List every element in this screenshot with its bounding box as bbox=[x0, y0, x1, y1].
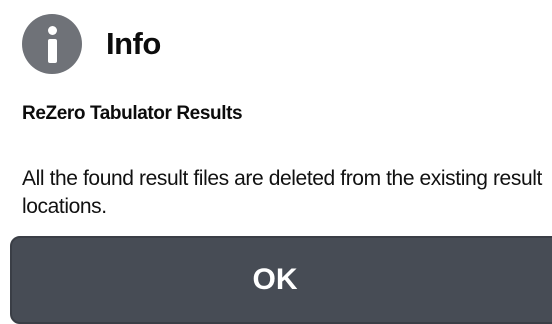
info-icon-dot bbox=[48, 26, 57, 35]
ok-button[interactable]: OK bbox=[10, 236, 552, 324]
dialog-title: Info bbox=[106, 26, 161, 61]
info-icon-stem bbox=[48, 39, 57, 63]
info-icon bbox=[22, 14, 82, 74]
dialog-subtitle: ReZero Tabulator Results bbox=[22, 103, 243, 124]
info-dialog: Info ReZero Tabulator Results All the fo… bbox=[0, 0, 552, 324]
dialog-message: All the found result files are deleted f… bbox=[22, 167, 542, 218]
dialog-header: Info bbox=[22, 14, 161, 74]
